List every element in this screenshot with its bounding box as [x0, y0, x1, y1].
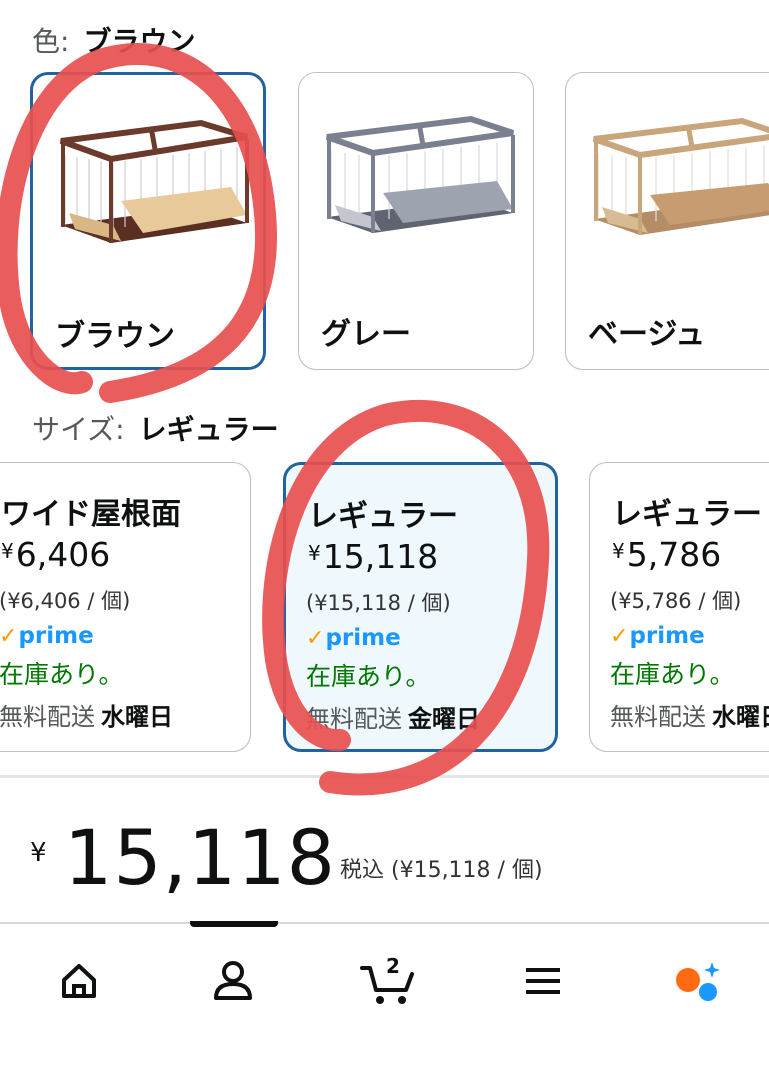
size-option-price: ¥6,406	[1, 535, 111, 574]
color-selected-value: ブラウン	[83, 25, 196, 58]
delivery-info: 無料配送 金曜日	[306, 705, 480, 733]
beige-cage-image	[593, 117, 769, 235]
color-option-label: グレー	[321, 317, 411, 352]
size-option-unit-price: (¥15,118 / 個)	[306, 591, 451, 615]
prime-check-icon: ✓	[610, 624, 629, 649]
size-option-regular-selected[interactable]: レギュラー ¥15,118 (¥15,118 / 個) ✓prime 在庫あり。…	[283, 462, 558, 752]
stock-status: 在庫あり。	[306, 662, 431, 691]
cart-icon[interactable]: 2	[352, 946, 422, 1016]
size-selected-value: レギュラー	[138, 413, 279, 446]
size-label: サイズ:	[32, 413, 125, 446]
delivery-info: 無料配送水曜日	[610, 703, 769, 731]
stock-status: 在庫あり。	[0, 660, 124, 689]
price-tax-note: 税込 (¥15,118 / 個)	[340, 858, 543, 883]
color-option-brown[interactable]: ブラウン	[30, 72, 266, 370]
cart-count-badge: 2	[386, 954, 400, 978]
size-label-row: サイズ: レギュラー	[32, 408, 279, 448]
size-option-price: ¥15,118	[308, 537, 439, 576]
prime-badge: ✓prime	[0, 623, 94, 649]
section-divider	[0, 775, 769, 778]
prime-badge: ✓prime	[306, 625, 401, 651]
size-option-title: レギュラー	[308, 499, 458, 534]
size-option-unit-price: (¥6,406 / 個)	[0, 589, 131, 613]
home-icon[interactable]	[44, 946, 114, 1016]
color-option-beige[interactable]: ベージュ	[565, 72, 769, 370]
menu-icon[interactable]	[508, 946, 578, 1016]
color-label-row: 色: ブラウン	[32, 20, 195, 60]
prime-badge: ✓prime	[610, 623, 705, 649]
size-option-price: ¥5,786	[612, 535, 722, 574]
size-option-unit-price: (¥5,786 / 個)	[610, 589, 742, 613]
active-tab-indicator	[190, 921, 278, 927]
prime-check-icon: ✓	[0, 624, 18, 649]
stock-status: 在庫あり。	[610, 660, 735, 689]
price-currency: ¥	[30, 838, 47, 868]
color-option-label: ベージュ	[588, 317, 706, 352]
prime-check-icon: ✓	[306, 626, 325, 651]
size-option-wide-roof[interactable]: ワイド屋根面 ¥6,406 (¥6,406 / 個) ✓prime 在庫あり。 …	[0, 462, 251, 752]
size-option-title: ワイド屋根面	[1, 497, 181, 532]
size-option-title: レギュラー	[612, 497, 762, 532]
account-icon[interactable]	[198, 946, 268, 1016]
brown-cage-image	[59, 119, 249, 243]
delivery-info: 無料配送水曜日	[0, 703, 173, 731]
gray-cage-image	[326, 115, 515, 233]
rufus-assistant-icon[interactable]	[662, 946, 732, 1016]
color-label: 色:	[32, 25, 70, 58]
size-option-regular-alt[interactable]: レギュラー ¥5,786 (¥5,786 / 個) ✓prime 在庫あり。 無…	[589, 462, 769, 752]
price-amount: 15,118	[64, 813, 336, 902]
bottom-nav-bar: 2	[0, 921, 769, 1080]
color-option-gray[interactable]: グレー	[298, 72, 534, 370]
color-option-label: ブラウン	[55, 319, 175, 354]
